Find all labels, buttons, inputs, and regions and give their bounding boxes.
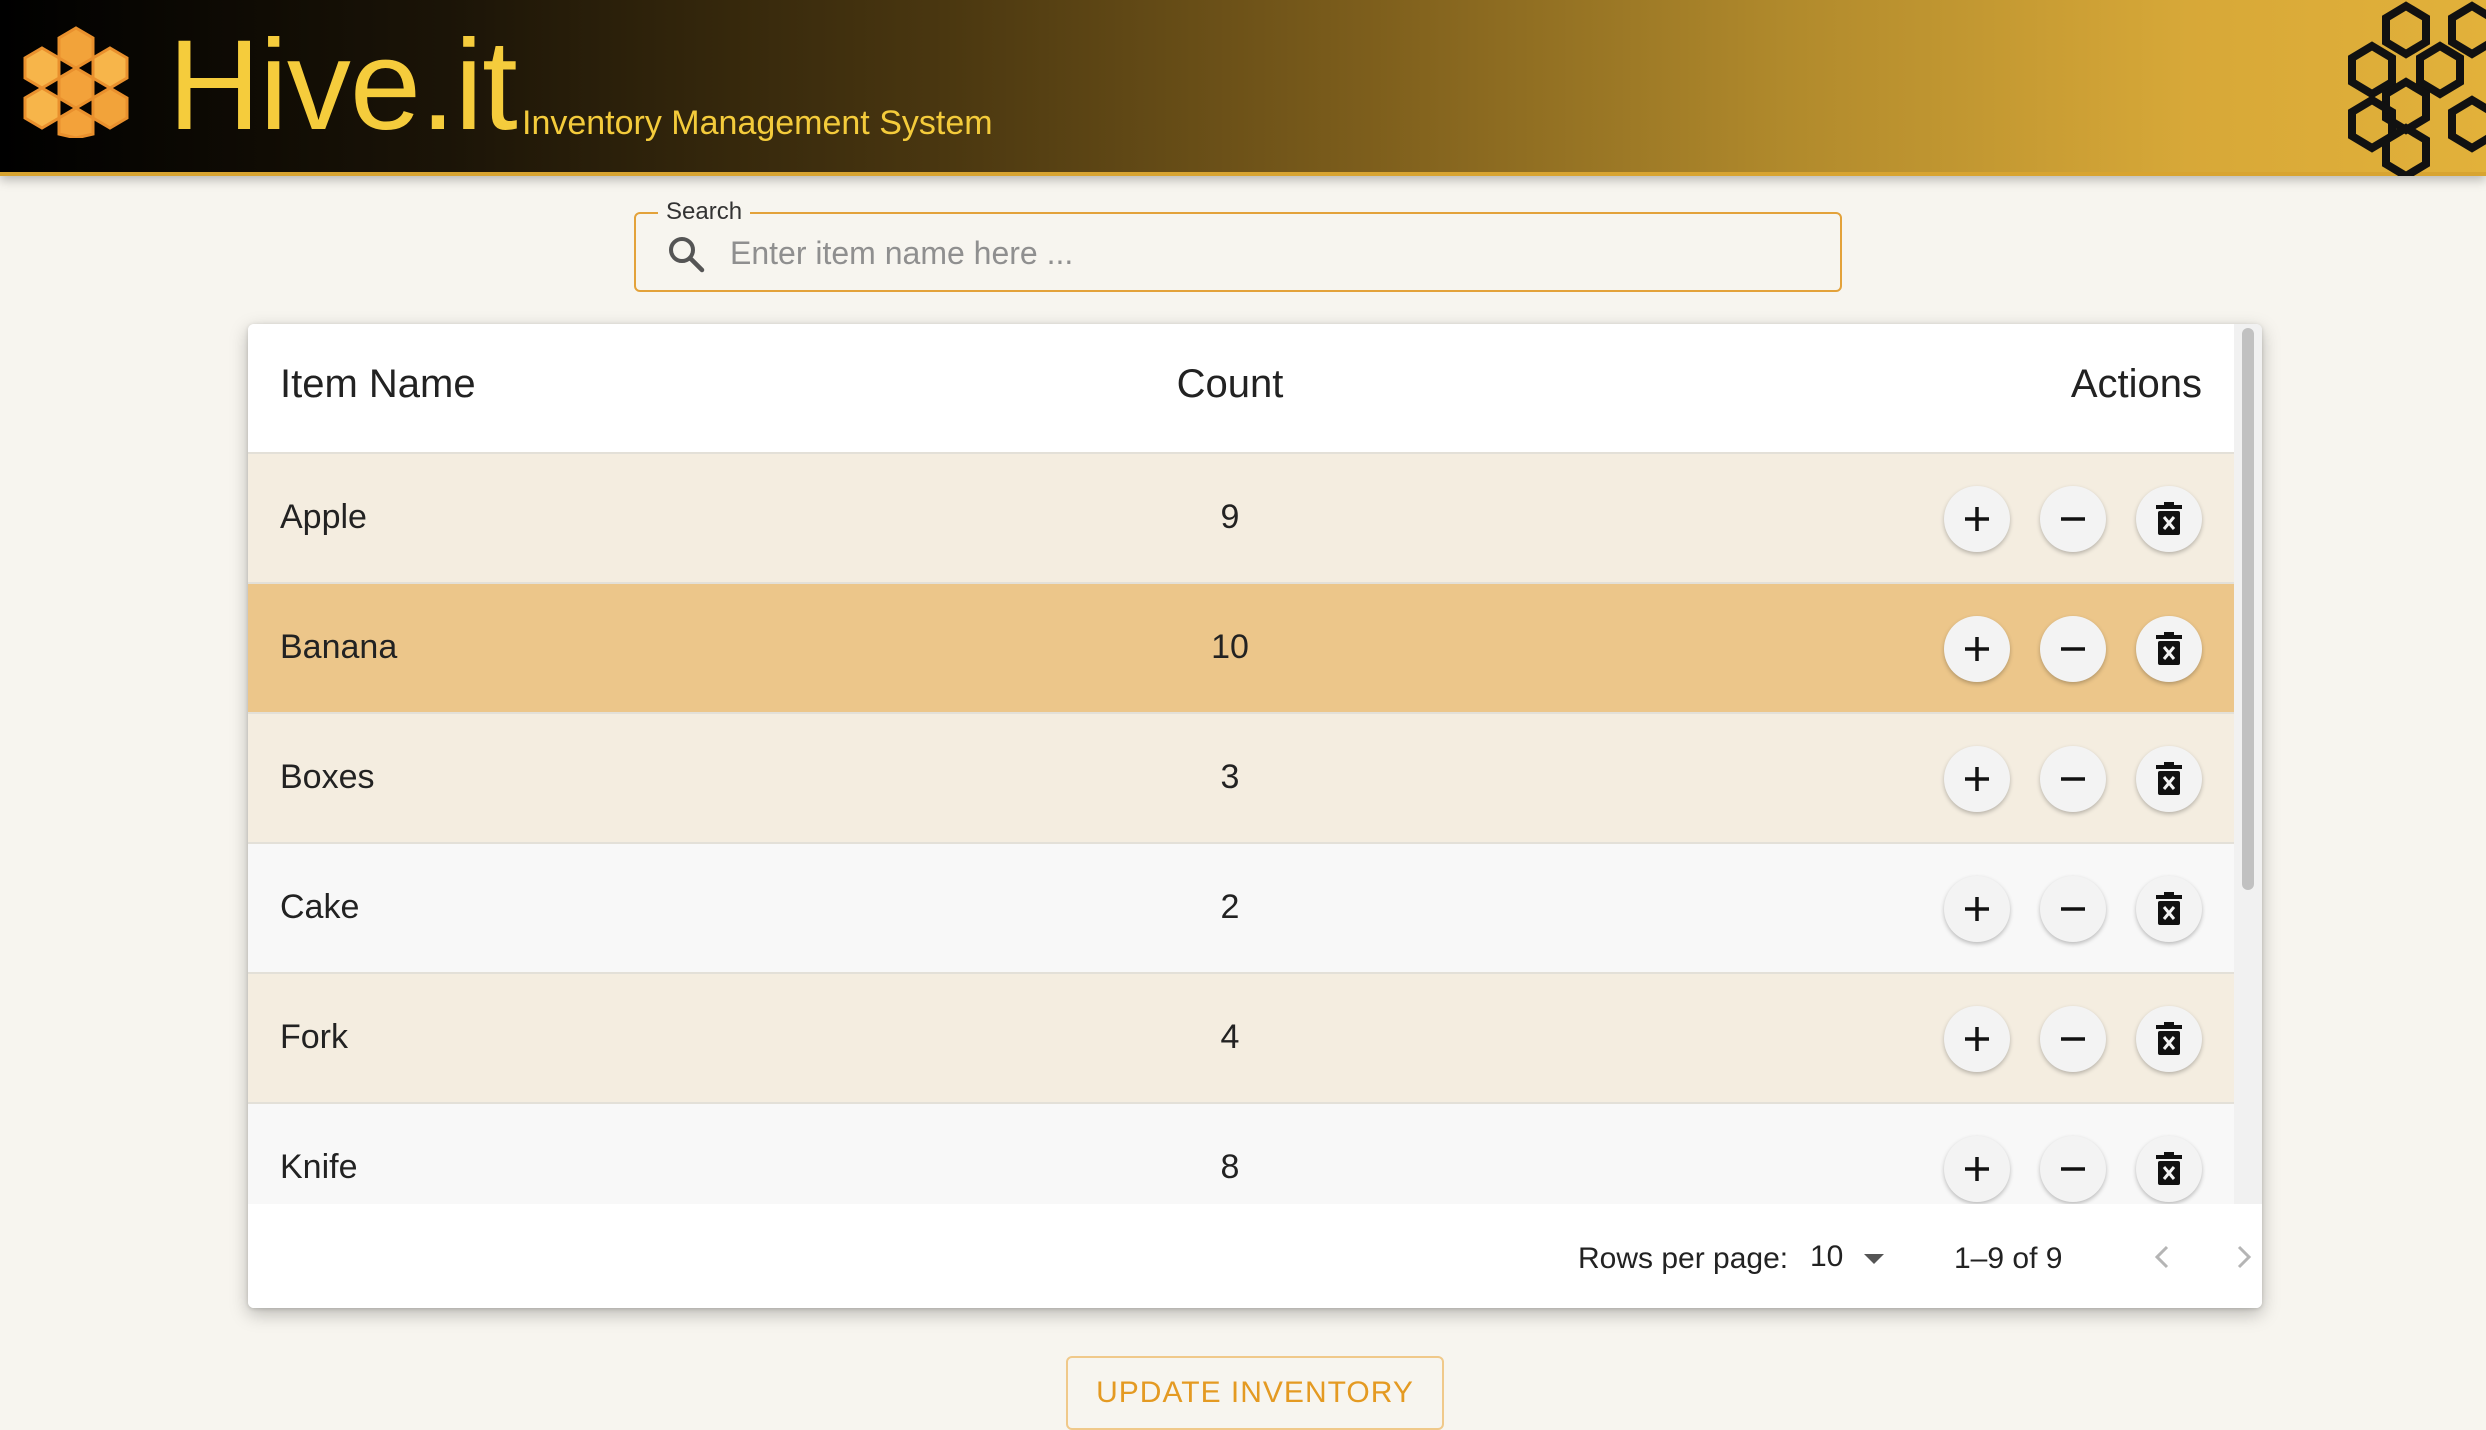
next-page-button[interactable] (2216, 1230, 2262, 1284)
item-name-cell: Apple (280, 498, 367, 536)
table-row[interactable]: Fork 4 (248, 974, 2234, 1104)
search-icon (669, 237, 705, 273)
decrement-button[interactable] (2040, 876, 2106, 942)
rows-per-page-label: Rows per page: (1578, 1242, 1789, 1275)
delete-icon (2156, 502, 2182, 535)
search-field[interactable]: Search (634, 198, 1842, 292)
remove-icon (2061, 647, 2085, 651)
table-pagination: Rows per page: 10 1–9 of 9 (248, 1204, 2262, 1308)
remove-icon (2061, 1037, 2085, 1041)
remove-icon (2061, 517, 2085, 521)
table-row[interactable]: Apple 9 (248, 454, 2234, 584)
increment-button[interactable] (1944, 876, 2010, 942)
previous-page-button[interactable] (2136, 1230, 2190, 1284)
chevron-left-icon (2154, 1245, 2169, 1269)
inventory-table-card: Item Name Count Actions Apple 9 Banana 1… (248, 324, 2262, 1308)
decrement-button[interactable] (2040, 1006, 2106, 1072)
table-scrollbar[interactable] (2234, 324, 2262, 1204)
item-name-cell: Knife (280, 1148, 358, 1186)
delete-icon (2156, 632, 2182, 665)
item-name-cell: Cake (280, 888, 360, 926)
delete-button[interactable] (2136, 1006, 2202, 1072)
delete-button[interactable] (2136, 746, 2202, 812)
scrollbar-thumb[interactable] (2242, 328, 2254, 890)
rows-per-page-select[interactable]: 10 (1810, 1238, 1900, 1278)
decrement-button[interactable] (2040, 1136, 2106, 1202)
chevron-right-icon (2237, 1245, 2252, 1269)
delete-button[interactable] (2136, 1136, 2202, 1202)
add-icon (1965, 1027, 1989, 1051)
add-icon (1965, 507, 1989, 531)
delete-icon (2156, 762, 2182, 795)
remove-icon (2061, 777, 2085, 781)
add-icon (1965, 767, 1989, 791)
delete-icon (2156, 892, 2182, 925)
caret-down-icon (1864, 1254, 1884, 1264)
delete-button[interactable] (2136, 616, 2202, 682)
increment-button[interactable] (1944, 1136, 2010, 1202)
add-icon (1965, 897, 1989, 921)
decrement-button[interactable] (2040, 616, 2106, 682)
remove-icon (2061, 907, 2085, 911)
item-count-cell: 2 (1220, 888, 1240, 926)
table-header: Item Name Count Actions (248, 324, 2234, 454)
add-icon (1965, 1157, 1989, 1181)
increment-button[interactable] (1944, 486, 2010, 552)
search-label: Search (658, 198, 751, 226)
item-count-cell: 3 (1220, 758, 1240, 796)
increment-button[interactable] (1944, 616, 2010, 682)
column-header-item-name: Item Name (280, 362, 476, 406)
table-row[interactable]: Banana 10 (248, 584, 2234, 714)
app-subtitle: Inventory Management System (522, 104, 993, 142)
brand-title: Hive.it (168, 14, 518, 157)
app-header: Hive.it Inventory Management System (0, 0, 2486, 176)
item-count-cell: 9 (1220, 498, 1240, 536)
delete-button[interactable] (2136, 486, 2202, 552)
remove-icon (2061, 1167, 2085, 1171)
item-name-cell: Fork (280, 1018, 348, 1056)
inventory-table: Item Name Count Actions Apple 9 Banana 1… (248, 324, 2234, 1204)
honeycomb-outline-icon (2348, 1, 2486, 176)
delete-icon (2156, 1022, 2182, 1055)
decrement-button[interactable] (2040, 486, 2106, 552)
decrement-button[interactable] (2040, 746, 2106, 812)
column-header-count: Count (1176, 362, 1284, 406)
item-name-cell: Banana (280, 628, 398, 666)
add-icon (1965, 637, 1989, 661)
pagination-range: 1–9 of 9 (1954, 1242, 2063, 1275)
update-inventory-button[interactable]: UPDATE INVENTORY (1066, 1356, 1444, 1430)
table-row[interactable]: Cake 2 (248, 844, 2234, 974)
increment-button[interactable] (1944, 1006, 2010, 1072)
search-input[interactable] (728, 228, 1808, 278)
item-count-cell: 8 (1220, 1148, 1240, 1186)
delete-icon (2156, 1152, 2182, 1185)
item-count-cell: 4 (1220, 1018, 1240, 1056)
table-row[interactable]: Boxes 3 (248, 714, 2234, 844)
column-header-actions: Actions (2070, 362, 2202, 406)
increment-button[interactable] (1944, 746, 2010, 812)
table-row[interactable]: Knife 8 (248, 1104, 2234, 1204)
rows-per-page-value: 10 (1810, 1240, 1844, 1273)
honeycomb-logo-icon (23, 26, 129, 138)
item-name-cell: Boxes (280, 758, 375, 796)
item-count-cell: 10 (1211, 628, 1249, 666)
delete-button[interactable] (2136, 876, 2202, 942)
